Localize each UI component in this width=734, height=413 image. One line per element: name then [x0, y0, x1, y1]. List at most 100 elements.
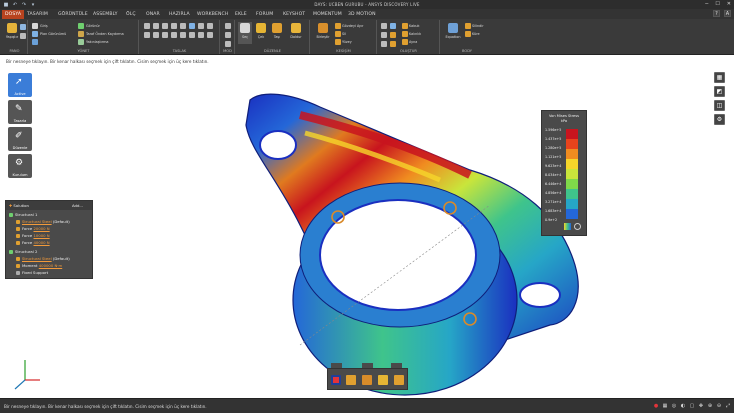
scale-icon[interactable]: [207, 32, 213, 38]
stress-result-model[interactable]: [0, 55, 734, 398]
bend-icon[interactable]: [198, 32, 204, 38]
tree-item-structural-1[interactable]: Structural 1: [9, 212, 37, 217]
pull-button[interactable]: Çek: [254, 22, 268, 44]
tab-assembly[interactable]: ASSEMBLY: [90, 10, 121, 19]
polygon-icon[interactable]: [189, 23, 195, 29]
trim-icon[interactable]: [144, 32, 150, 38]
zoom-out-icon[interactable]: ⊖: [716, 403, 722, 409]
display-icon[interactable]: ▦: [714, 72, 725, 83]
tab-momentum[interactable]: MOMENTUM: [310, 10, 345, 19]
mirror-icon[interactable]: [402, 39, 408, 45]
plan-view-icon[interactable]: [32, 31, 38, 37]
box-icon[interactable]: [378, 375, 388, 385]
cylinder-icon[interactable]: [465, 23, 471, 29]
plan-view-item[interactable]: Plan Görünümü: [40, 32, 66, 36]
tab-dosya[interactable]: DOSYA: [2, 10, 25, 19]
tree-item-structural-2[interactable]: Structural 2: [9, 249, 37, 254]
arc-icon[interactable]: [180, 23, 186, 29]
block-icon[interactable]: [390, 41, 396, 47]
fill-button[interactable]: Doldur: [286, 22, 306, 44]
tab-keyshot[interactable]: KEYSHOT: [280, 10, 308, 19]
zoom-icon[interactable]: [32, 39, 38, 45]
paste-button[interactable]: Yapıştır: [5, 22, 19, 44]
snap-icon[interactable]: ◎: [671, 403, 677, 409]
tab-tasarim[interactable]: TASARIM: [24, 10, 51, 19]
chart-icon[interactable]: [394, 375, 404, 385]
pan-icon[interactable]: [78, 31, 84, 37]
visible-item[interactable]: Görünür: [86, 24, 100, 28]
tab-olc[interactable]: ÖLÇ: [123, 10, 139, 19]
view-icon[interactable]: ◐: [680, 403, 686, 409]
mirror-item[interactable]: Ayna: [409, 40, 417, 44]
fillet-icon[interactable]: [171, 32, 177, 38]
tree-item-material-2[interactable]: Structural Steel (Default): [16, 256, 70, 261]
combine-button[interactable]: Birleştir: [314, 22, 332, 44]
section-mode-icon[interactable]: [225, 32, 231, 38]
tree-item-moment[interactable]: Moment 400000 N·m: [16, 263, 62, 268]
error-icon[interactable]: ●: [653, 403, 659, 409]
select-mode-icon[interactable]: ▢: [689, 403, 695, 409]
visible-icon[interactable]: [78, 23, 84, 29]
help-icon[interactable]: ?: [713, 10, 720, 17]
tab-goruntule[interactable]: GÖRÜNTÜLE: [55, 10, 91, 19]
solution-button[interactable]: ✚ Solution: [9, 203, 29, 208]
home-icon[interactable]: [32, 23, 38, 29]
delete-item[interactable]: Sil: [342, 32, 346, 36]
thicken-icon[interactable]: [402, 31, 408, 37]
tab-onar[interactable]: ONAR: [143, 10, 163, 19]
tree-item-force-1[interactable]: Force 20000 N: [16, 226, 50, 231]
thicken-item[interactable]: Kalınlık: [409, 32, 421, 36]
circle-icon[interactable]: [171, 23, 177, 29]
axis-icon[interactable]: [381, 32, 387, 38]
rotate-icon[interactable]: [346, 375, 356, 385]
origin-icon[interactable]: [390, 32, 396, 38]
pattern-icon[interactable]: [381, 41, 387, 47]
move-button[interactable]: Taşı: [270, 22, 284, 44]
add-button[interactable]: Add...: [72, 203, 83, 208]
grid-icon[interactable]: ▦: [662, 403, 668, 409]
split-icon[interactable]: [189, 32, 195, 38]
legend-palette-icon[interactable]: [564, 223, 571, 230]
rectangle-icon[interactable]: [162, 23, 168, 29]
sketch-mode-icon[interactable]: [225, 23, 231, 29]
tab-workbench[interactable]: WORKBENCH: [194, 10, 231, 19]
stop-icon[interactable]: [331, 375, 341, 385]
tree-item-fixed-support[interactable]: Fixed Support: [16, 270, 48, 275]
account-icon[interactable]: A: [724, 10, 731, 17]
tree-item-force-2[interactable]: Force 10000 N: [16, 233, 50, 238]
settings-icon[interactable]: ⚙: [714, 114, 725, 125]
point-icon[interactable]: [207, 23, 213, 29]
create-line-icon[interactable]: [381, 23, 387, 29]
cut-icon[interactable]: [20, 24, 26, 30]
close-icon[interactable]: ✕: [727, 1, 731, 7]
shell-icon[interactable]: [402, 23, 408, 29]
tab-ekle[interactable]: EKLE: [232, 10, 250, 19]
project-icon[interactable]: [180, 32, 186, 38]
color-icon[interactable]: ◩: [714, 86, 725, 97]
minimize-icon[interactable]: ─: [705, 1, 708, 7]
shell-item[interactable]: Kabuk: [409, 24, 420, 28]
cube-icon[interactable]: [362, 375, 372, 385]
copy-icon[interactable]: [20, 33, 26, 39]
giris-item[interactable]: Giriş: [40, 24, 48, 28]
tab-forum[interactable]: FORUM: [253, 10, 276, 19]
tab-3d-motion[interactable]: 3D MOTION: [345, 10, 379, 19]
delete-icon[interactable]: [335, 31, 341, 37]
surface-item[interactable]: Yüzey: [342, 40, 352, 44]
tree-item-force-3[interactable]: Force 40000 N: [16, 240, 50, 245]
legend-settings-icon[interactable]: [574, 223, 581, 230]
sphere-item[interactable]: Küre: [472, 32, 480, 36]
plane-icon[interactable]: [390, 23, 396, 29]
pan-tool-icon[interactable]: ✥: [698, 403, 704, 409]
split-body-icon[interactable]: [335, 23, 341, 29]
spline-icon[interactable]: [198, 23, 204, 29]
line-icon[interactable]: [144, 23, 150, 29]
panel-icon[interactable]: ◫: [714, 100, 725, 111]
sphere-icon[interactable]: [465, 31, 471, 37]
surface-icon[interactable]: [335, 39, 341, 45]
split-body-item[interactable]: Gövdeyi Ayır: [342, 24, 363, 28]
tab-hazirla[interactable]: HAZIRLA: [166, 10, 193, 19]
stress-legend[interactable]: Von Mises Stress kPa 1.596e+5 1.437e+5 1…: [541, 110, 587, 236]
cylinder-item[interactable]: Silindir: [472, 24, 484, 28]
fit-icon[interactable]: ⤢: [725, 403, 731, 409]
